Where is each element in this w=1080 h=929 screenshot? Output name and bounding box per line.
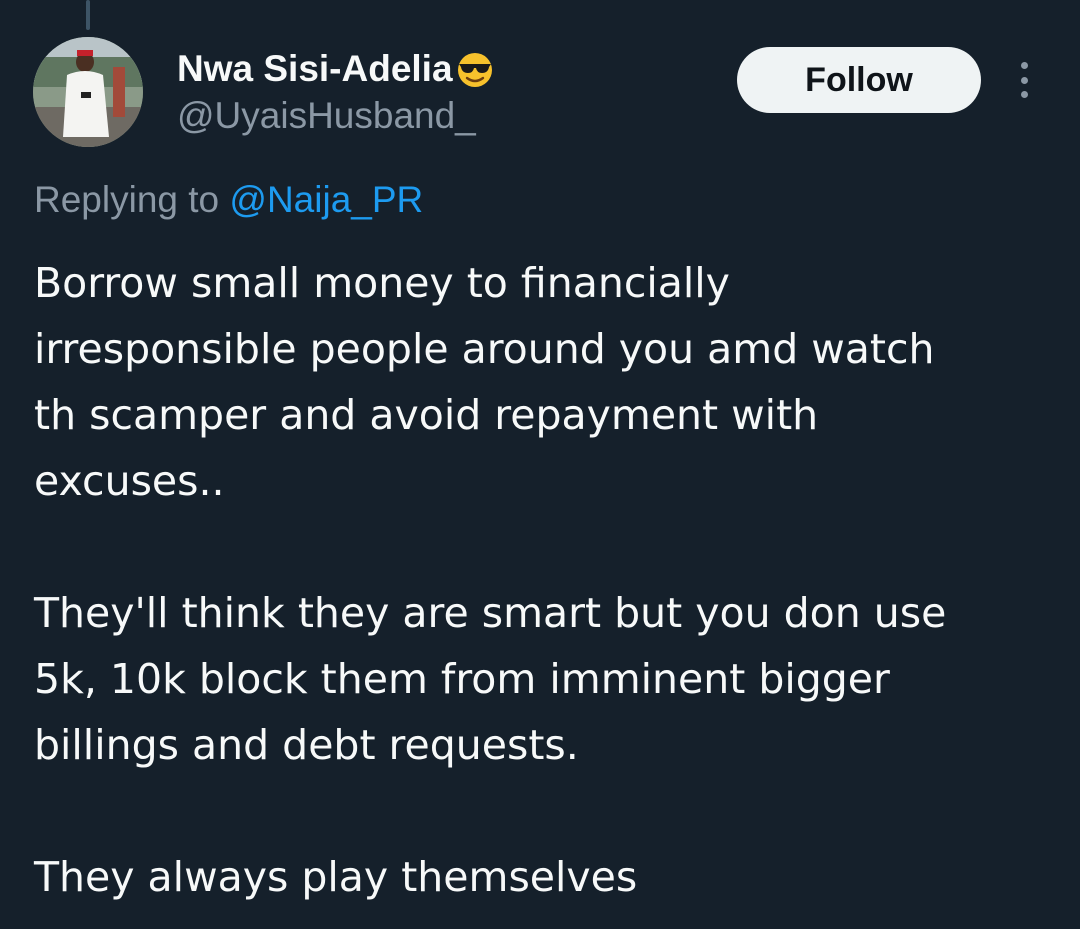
more-dot	[1020, 62, 1028, 69]
replying-to-label: Replying to	[34, 179, 220, 220]
display-name[interactable]: Nwa Sisi-Adelia	[177, 47, 495, 91]
avatar[interactable]	[33, 37, 143, 147]
display-name-text: Nwa Sisi-Adelia	[177, 48, 453, 89]
user-handle[interactable]: @UyaisHusband_	[177, 94, 476, 138]
more-dot	[1020, 91, 1028, 98]
avatar-photo	[33, 37, 143, 147]
reply-target-link[interactable]: @Naija_PR	[229, 179, 423, 220]
follow-button[interactable]: Follow	[737, 47, 981, 113]
more-vertical-icon[interactable]	[1006, 58, 1042, 102]
thread-connector-line	[86, 0, 90, 30]
tweet-paragraph: They'll think they are smart but you don…	[34, 589, 947, 769]
replying-to-line: Replying to @Naija_PR	[34, 176, 423, 224]
more-dot	[1020, 76, 1028, 84]
smiling-face-with-sunglasses-icon	[455, 49, 495, 89]
tweet-paragraph: They always play themselves	[34, 853, 638, 901]
tweet-text: Borrow small money to financially irresp…	[34, 250, 1054, 910]
tweet-paragraph: Borrow small money to financially irresp…	[34, 259, 935, 505]
